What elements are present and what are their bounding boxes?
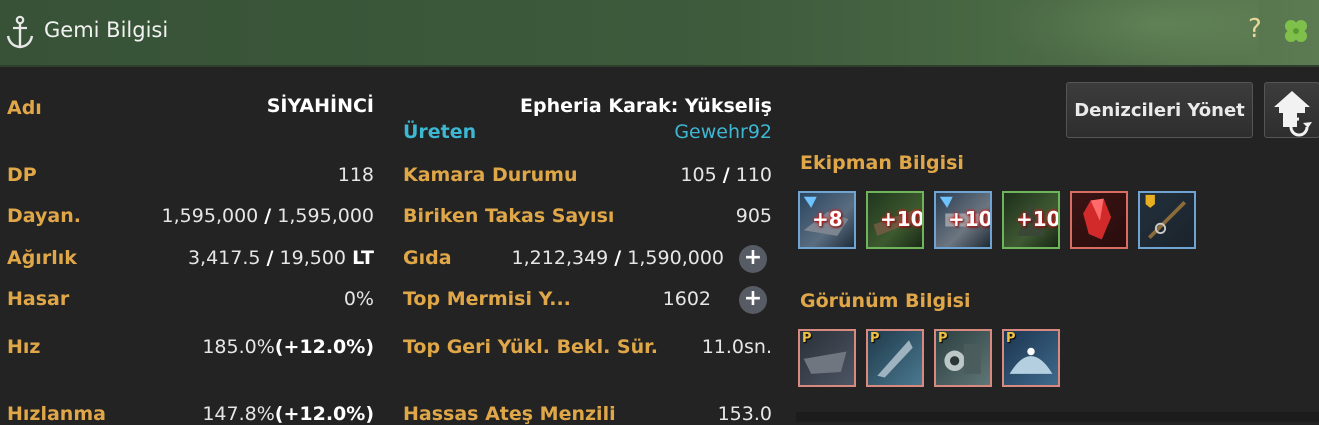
appearance-slot[interactable]: P [866,329,924,387]
enhance-level: +10 [1016,207,1060,231]
stat-value-ammo: 1602 [662,288,711,310]
stat-value-trade-count: 905 [735,205,772,227]
help-icon[interactable]: ? [1248,14,1262,44]
add-food-button[interactable]: + [739,245,767,273]
equipment-slot[interactable]: +10 [866,191,924,249]
equipment-slot[interactable] [1138,191,1196,249]
maker-name: Gewehr92 [674,121,772,143]
stat-value-durability: 1,595,000 / 1,595,000 [161,205,374,227]
window-title: Gemi Bilgisi [44,18,169,42]
anchor-icon [6,15,34,49]
stat-value-weight: 3,417.5 / 19,500 LT [187,247,374,269]
stat-value-food: 1,212,349 / 1,590,000 [511,247,724,269]
stat-label-durability: Dayan. [7,205,81,227]
premium-mark: P [1006,331,1016,346]
ship-type: Epheria Karak: Yükseliş [520,95,772,117]
premium-mark: P [870,331,880,346]
stat-value-name: SİYAHİNCİ [266,95,374,117]
stat-value-speed: 185.0%(+12.0%) [202,336,374,358]
appearance-slot[interactable]: P [934,329,992,387]
stat-value-reload: 11.0sn. [701,336,772,358]
equipment-slot[interactable]: +10 [934,191,992,249]
stat-label-cabin: Kamara Durumu [403,164,578,186]
stat-label-trade-count: Biriken Takas Sayısı [403,205,615,227]
enhance-level: +10 [948,207,992,231]
fishing-rod-icon [1145,194,1187,240]
enhance-level: +10 [880,207,924,231]
ship-dock-button[interactable] [1264,82,1319,138]
stat-value-cabin: 105 / 110 [680,164,772,186]
equipment-slot[interactable]: +8 [798,191,856,249]
leaf-decoration [999,0,1259,72]
red-crystal-icon [1083,198,1112,240]
appearance-slot[interactable]: P [798,329,856,387]
stat-label-dp: DP [7,164,37,186]
stat-label-weight: Ağırlık [7,247,77,269]
maker-label: Üreten [403,121,477,143]
stat-value-dp: 118 [337,164,374,186]
clover-icon[interactable] [1280,16,1312,48]
premium-mark: P [938,331,948,346]
house-swap-icon [1274,91,1312,137]
stat-label-name: Adı [7,97,42,119]
equipment-slot[interactable]: +10 [1002,191,1060,249]
stat-label-damage: Hasar [7,288,70,310]
window-titlebar [0,0,1319,72]
stat-value-damage: 0% [343,288,374,310]
stat-label-speed: Hız [7,336,41,358]
premium-mark: P [802,331,812,346]
manage-sailors-button[interactable]: Denizcileri Yönet [1066,82,1253,138]
stat-label-reload: Top Geri Yükl. Bekl. Sür. [403,336,659,358]
equipment-title: Ekipman Bilgisi [800,152,964,174]
add-ammo-button[interactable]: + [739,286,767,314]
panel-bottom-edge [796,412,1319,422]
stat-label-ammo: Top Mermisi Y... [403,288,571,310]
stat-label-food: Gıda [403,247,452,269]
appearance-title: Görünüm Bilgisi [800,290,971,312]
appearance-slot[interactable]: P [1002,329,1060,387]
equipment-slot[interactable] [1070,191,1128,249]
enhance-level: +8 [812,207,843,231]
